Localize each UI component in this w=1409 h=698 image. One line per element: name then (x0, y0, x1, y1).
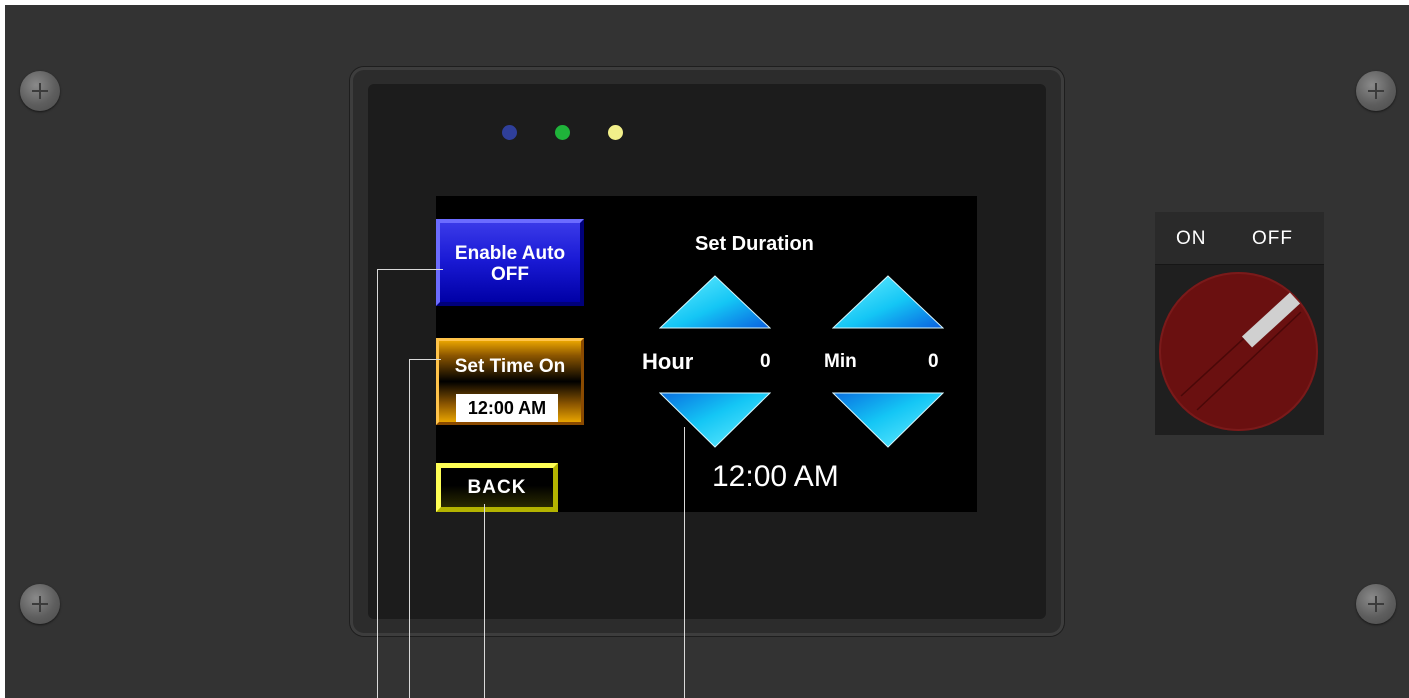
enable-auto-state: OFF (491, 264, 529, 285)
led-yellow-icon (608, 125, 623, 140)
screw-icon (1356, 71, 1396, 111)
set-time-on-label: Set Time On (454, 356, 566, 377)
screw-icon (20, 71, 60, 111)
enable-auto-button[interactable]: Enable Auto OFF (436, 219, 584, 306)
screw-icon (20, 584, 60, 624)
time-on-value[interactable]: 12:00 AM (456, 394, 558, 422)
clock-display: 12:00 AM (712, 460, 839, 493)
leader-line-set-time-on (409, 359, 410, 698)
leader-line-back (484, 504, 485, 698)
led-blue-icon (502, 125, 517, 140)
hour-up-arrow-icon[interactable] (659, 275, 771, 329)
switch-off-label: OFF (1252, 228, 1293, 249)
switch-on-label: ON (1176, 228, 1207, 249)
screw-icon (1356, 584, 1396, 624)
hour-down-arrow-icon[interactable] (659, 392, 771, 448)
leader-line-enable-auto (377, 269, 443, 270)
hour-label: Hour (642, 349, 694, 374)
knob-indicator-icon (1180, 292, 1302, 411)
set-duration-title: Set Duration (695, 233, 814, 255)
back-button[interactable]: BACK (436, 463, 558, 512)
enable-auto-label: Enable Auto (454, 243, 566, 264)
min-label: Min (824, 351, 857, 372)
min-up-arrow-icon[interactable] (832, 275, 944, 329)
led-green-icon (555, 125, 570, 140)
min-value: 0 (928, 351, 939, 372)
leader-line-enable-auto (377, 269, 378, 698)
hour-value: 0 (760, 351, 771, 372)
min-down-arrow-icon[interactable] (832, 392, 944, 448)
leader-line-set-time-on (409, 359, 441, 360)
leader-line-hour-down (684, 427, 685, 698)
